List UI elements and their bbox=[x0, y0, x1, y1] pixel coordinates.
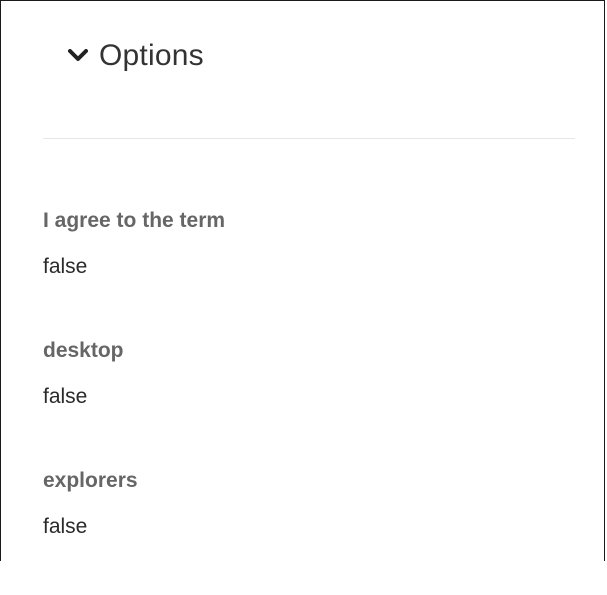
divider bbox=[43, 138, 575, 139]
field-label: desktop bbox=[43, 339, 124, 362]
field-item: explorers false bbox=[43, 465, 583, 595]
options-panel: Options I agree to the term false deskto… bbox=[0, 0, 605, 561]
options-toggle[interactable]: Options bbox=[67, 34, 204, 78]
field-list: I agree to the term false desktop false … bbox=[43, 205, 583, 595]
field-item: desktop false bbox=[43, 335, 583, 465]
field-value: false bbox=[43, 385, 88, 408]
field-label: I agree to the term bbox=[43, 209, 226, 232]
field-value: false bbox=[43, 515, 88, 538]
field-label: explorers bbox=[43, 469, 138, 492]
field-value: false bbox=[43, 255, 88, 278]
chevron-down-icon bbox=[67, 45, 89, 67]
options-title: Options bbox=[99, 39, 204, 72]
field-item: I agree to the term false bbox=[43, 205, 583, 335]
